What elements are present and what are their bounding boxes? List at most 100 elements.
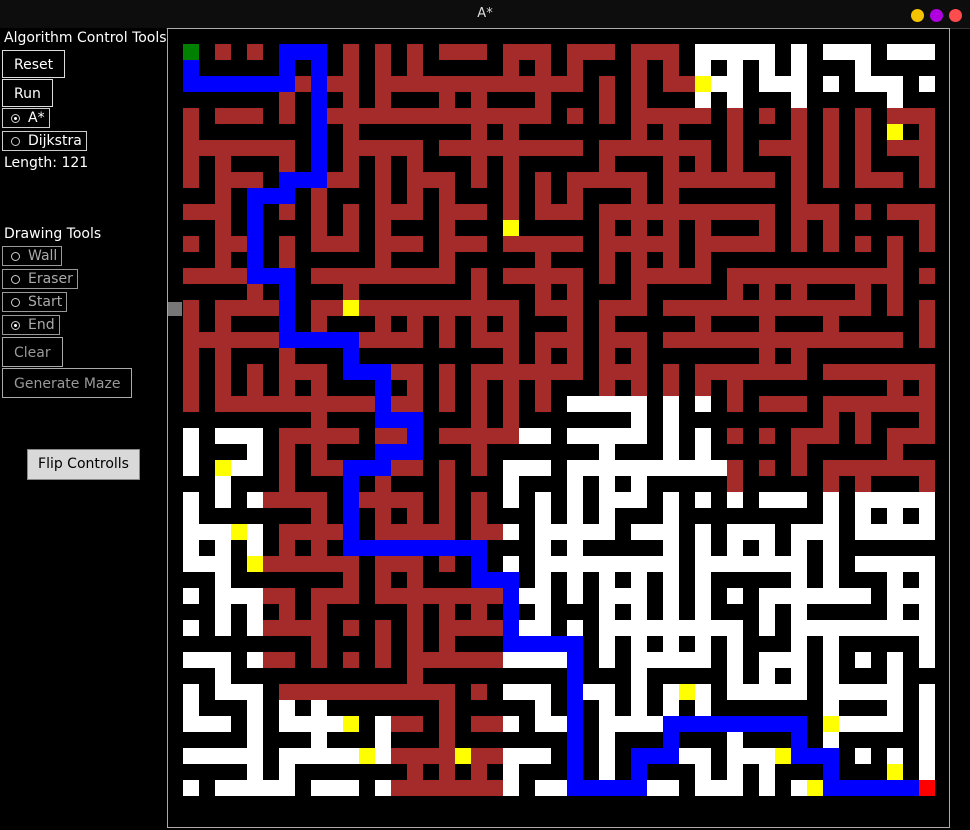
open-cell[interactable] (791, 524, 807, 540)
explored-cell[interactable] (727, 428, 743, 444)
explored-cell[interactable] (471, 620, 487, 636)
explored-cell[interactable] (375, 44, 391, 60)
explored-cell[interactable] (567, 332, 583, 348)
explored-cell[interactable] (439, 524, 455, 540)
open-cell[interactable] (663, 780, 679, 796)
open-cell[interactable] (663, 540, 679, 556)
explored-cell[interactable] (663, 236, 679, 252)
explored-cell[interactable] (903, 140, 919, 156)
explored-cell[interactable] (327, 76, 343, 92)
explored-cell[interactable] (311, 364, 327, 380)
explored-cell[interactable] (279, 428, 295, 444)
explored-cell[interactable] (567, 204, 583, 220)
open-cell[interactable] (599, 588, 615, 604)
explored-cell[interactable] (615, 140, 631, 156)
open-cell[interactable] (247, 428, 263, 444)
open-cell[interactable] (599, 684, 615, 700)
explored-cell[interactable] (567, 316, 583, 332)
open-cell[interactable] (759, 60, 775, 76)
explored-cell[interactable] (503, 412, 519, 428)
open-cell[interactable] (695, 588, 711, 604)
explored-cell[interactable] (759, 364, 775, 380)
open-cell[interactable] (583, 524, 599, 540)
explored-cell[interactable] (727, 284, 743, 300)
path-cell[interactable] (343, 508, 359, 524)
explored-cell[interactable] (551, 204, 567, 220)
open-cell[interactable] (631, 652, 647, 668)
explored-cell[interactable] (439, 684, 455, 700)
path-cell[interactable] (279, 332, 295, 348)
open-cell[interactable] (503, 524, 519, 540)
explored-cell[interactable] (311, 524, 327, 540)
explored-cell[interactable] (407, 236, 423, 252)
explored-cell[interactable] (359, 684, 375, 700)
open-cell[interactable] (615, 460, 631, 476)
explored-cell[interactable] (535, 268, 551, 284)
explored-cell[interactable] (551, 364, 567, 380)
open-cell[interactable] (215, 780, 231, 796)
explored-cell[interactable] (263, 332, 279, 348)
path-cell[interactable] (359, 460, 375, 476)
open-cell[interactable] (631, 588, 647, 604)
open-cell[interactable] (695, 540, 711, 556)
explored-cell[interactable] (327, 460, 343, 476)
frontier-cell[interactable] (807, 780, 823, 796)
explored-cell[interactable] (183, 268, 199, 284)
path-cell[interactable] (551, 636, 567, 652)
explored-cell[interactable] (887, 364, 903, 380)
frontier-cell[interactable] (215, 460, 231, 476)
explored-cell[interactable] (487, 140, 503, 156)
explored-cell[interactable] (663, 108, 679, 124)
open-cell[interactable] (823, 732, 839, 748)
explored-cell[interactable] (791, 444, 807, 460)
open-cell[interactable] (823, 684, 839, 700)
open-cell[interactable] (855, 556, 871, 572)
explored-cell[interactable] (471, 588, 487, 604)
path-cell[interactable] (567, 700, 583, 716)
explored-cell[interactable] (519, 44, 535, 60)
explored-cell[interactable] (791, 140, 807, 156)
open-cell[interactable] (535, 620, 551, 636)
explored-cell[interactable] (471, 44, 487, 60)
explored-cell[interactable] (279, 396, 295, 412)
explored-cell[interactable] (471, 172, 487, 188)
open-cell[interactable] (215, 668, 231, 684)
explored-cell[interactable] (391, 268, 407, 284)
explored-cell[interactable] (391, 556, 407, 572)
explored-cell[interactable] (311, 268, 327, 284)
explored-cell[interactable] (183, 140, 199, 156)
open-cell[interactable] (535, 524, 551, 540)
explored-cell[interactable] (823, 236, 839, 252)
explored-cell[interactable] (663, 124, 679, 140)
explored-cell[interactable] (807, 300, 823, 316)
explored-cell[interactable] (439, 172, 455, 188)
explored-cell[interactable] (279, 588, 295, 604)
explored-cell[interactable] (503, 300, 519, 316)
explored-cell[interactable] (871, 460, 887, 476)
explored-cell[interactable] (327, 524, 343, 540)
open-cell[interactable] (695, 764, 711, 780)
explored-cell[interactable] (695, 156, 711, 172)
open-cell[interactable] (855, 492, 871, 508)
explored-cell[interactable] (343, 60, 359, 76)
open-cell[interactable] (887, 716, 903, 732)
open-cell[interactable] (791, 492, 807, 508)
explored-cell[interactable] (823, 316, 839, 332)
path-cell[interactable] (567, 780, 583, 796)
explored-cell[interactable] (599, 44, 615, 60)
explored-cell[interactable] (599, 316, 615, 332)
radio-end[interactable]: End (2, 315, 60, 335)
explored-cell[interactable] (439, 748, 455, 764)
open-cell[interactable] (839, 716, 855, 732)
explored-cell[interactable] (535, 380, 551, 396)
open-cell[interactable] (919, 524, 935, 540)
explored-cell[interactable] (295, 76, 311, 92)
open-cell[interactable] (631, 396, 647, 412)
path-cell[interactable] (343, 332, 359, 348)
explored-cell[interactable] (839, 268, 855, 284)
explored-cell[interactable] (823, 268, 839, 284)
open-cell[interactable] (535, 460, 551, 476)
path-cell[interactable] (311, 108, 327, 124)
open-cell[interactable] (791, 540, 807, 556)
explored-cell[interactable] (887, 428, 903, 444)
